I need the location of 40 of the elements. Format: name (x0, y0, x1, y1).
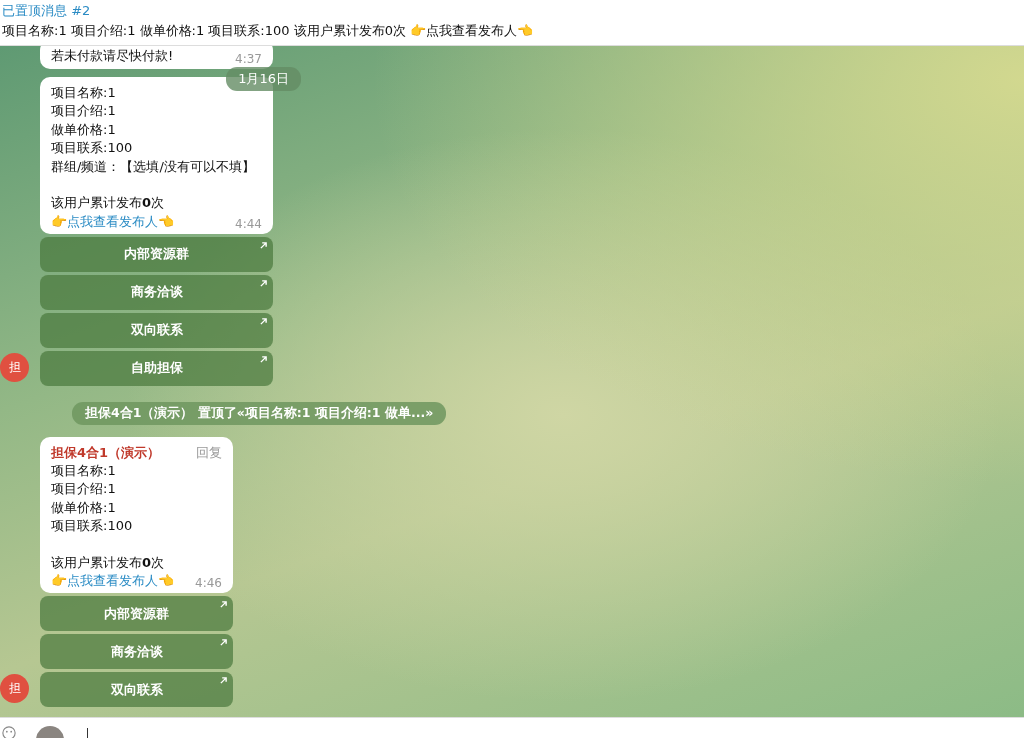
message-line: 该用户累计发布0次 (51, 553, 166, 572)
message-line: 项目联系:100 (51, 517, 134, 535)
publisher-link[interactable]: 👉点我查看发布人👈 (51, 572, 174, 590)
message-line: 该用户累计发布0次 (51, 194, 166, 212)
external-link-icon (260, 355, 267, 363)
date-badge: 1月16日 (226, 66, 301, 91)
inline-keyboard-button[interactable]: 自助担保 (40, 350, 273, 386)
message-time: 4:46 (195, 576, 222, 590)
message-line: 群组/频道：【选填/没有可以不填】 (51, 157, 256, 176)
message-line: 若未付款请尽快付款! (51, 47, 174, 65)
external-link-icon (220, 601, 227, 608)
external-link-icon (260, 279, 267, 287)
reply-link[interactable]: 回复 (196, 443, 222, 462)
message-time: 4:37 (235, 51, 262, 66)
external-link-icon (260, 317, 267, 325)
pinned-text: 项目名称:1 项目介绍:1 做单价格:1 项目联系:100 该用户累计发布0次 👉点我查看发布人👈 (2, 22, 535, 40)
avatar[interactable]: 担 (0, 674, 29, 703)
message-line: 项目名称:1 (51, 461, 117, 480)
external-link-icon (220, 677, 227, 684)
smiley-icon[interactable] (2, 726, 16, 738)
inline-keyboard-button[interactable]: 商务洽谈 (40, 634, 233, 669)
message-line: 项目名称:1 (51, 83, 117, 102)
inline-keyboard-button[interactable]: 内部资源群 (40, 236, 273, 272)
message-line: 项目介绍:1 (51, 480, 117, 498)
message-line: 项目联系:100 (51, 139, 134, 157)
message-time: 4:44 (235, 216, 262, 231)
inline-keyboard-button[interactable]: 商务洽谈 (40, 274, 273, 310)
sender-name[interactable]: 担保4合1（演示） (51, 443, 161, 462)
pinned-title: 已置顶消息 #2 (2, 2, 92, 20)
external-link-icon (220, 639, 227, 646)
inline-keyboard-button[interactable]: 双向联系 (40, 312, 273, 348)
avatar[interactable]: 担 (0, 352, 29, 382)
inline-keyboard-button[interactable]: 内部资源群 (40, 596, 233, 631)
inline-keyboard-button[interactable]: 双向联系 (40, 672, 233, 707)
message-line: 做单价格:1 (51, 120, 117, 139)
publisher-link[interactable]: 👉点我查看发布人👈 (51, 212, 174, 231)
message-line: 项目介绍:1 (51, 102, 117, 120)
service-message: 担保4合1（演示） 置顶了«项目名称:1 项目介绍:1 做单...» (72, 401, 447, 425)
message-line: 做单价格:1 (51, 498, 117, 517)
external-link-icon (260, 241, 267, 249)
